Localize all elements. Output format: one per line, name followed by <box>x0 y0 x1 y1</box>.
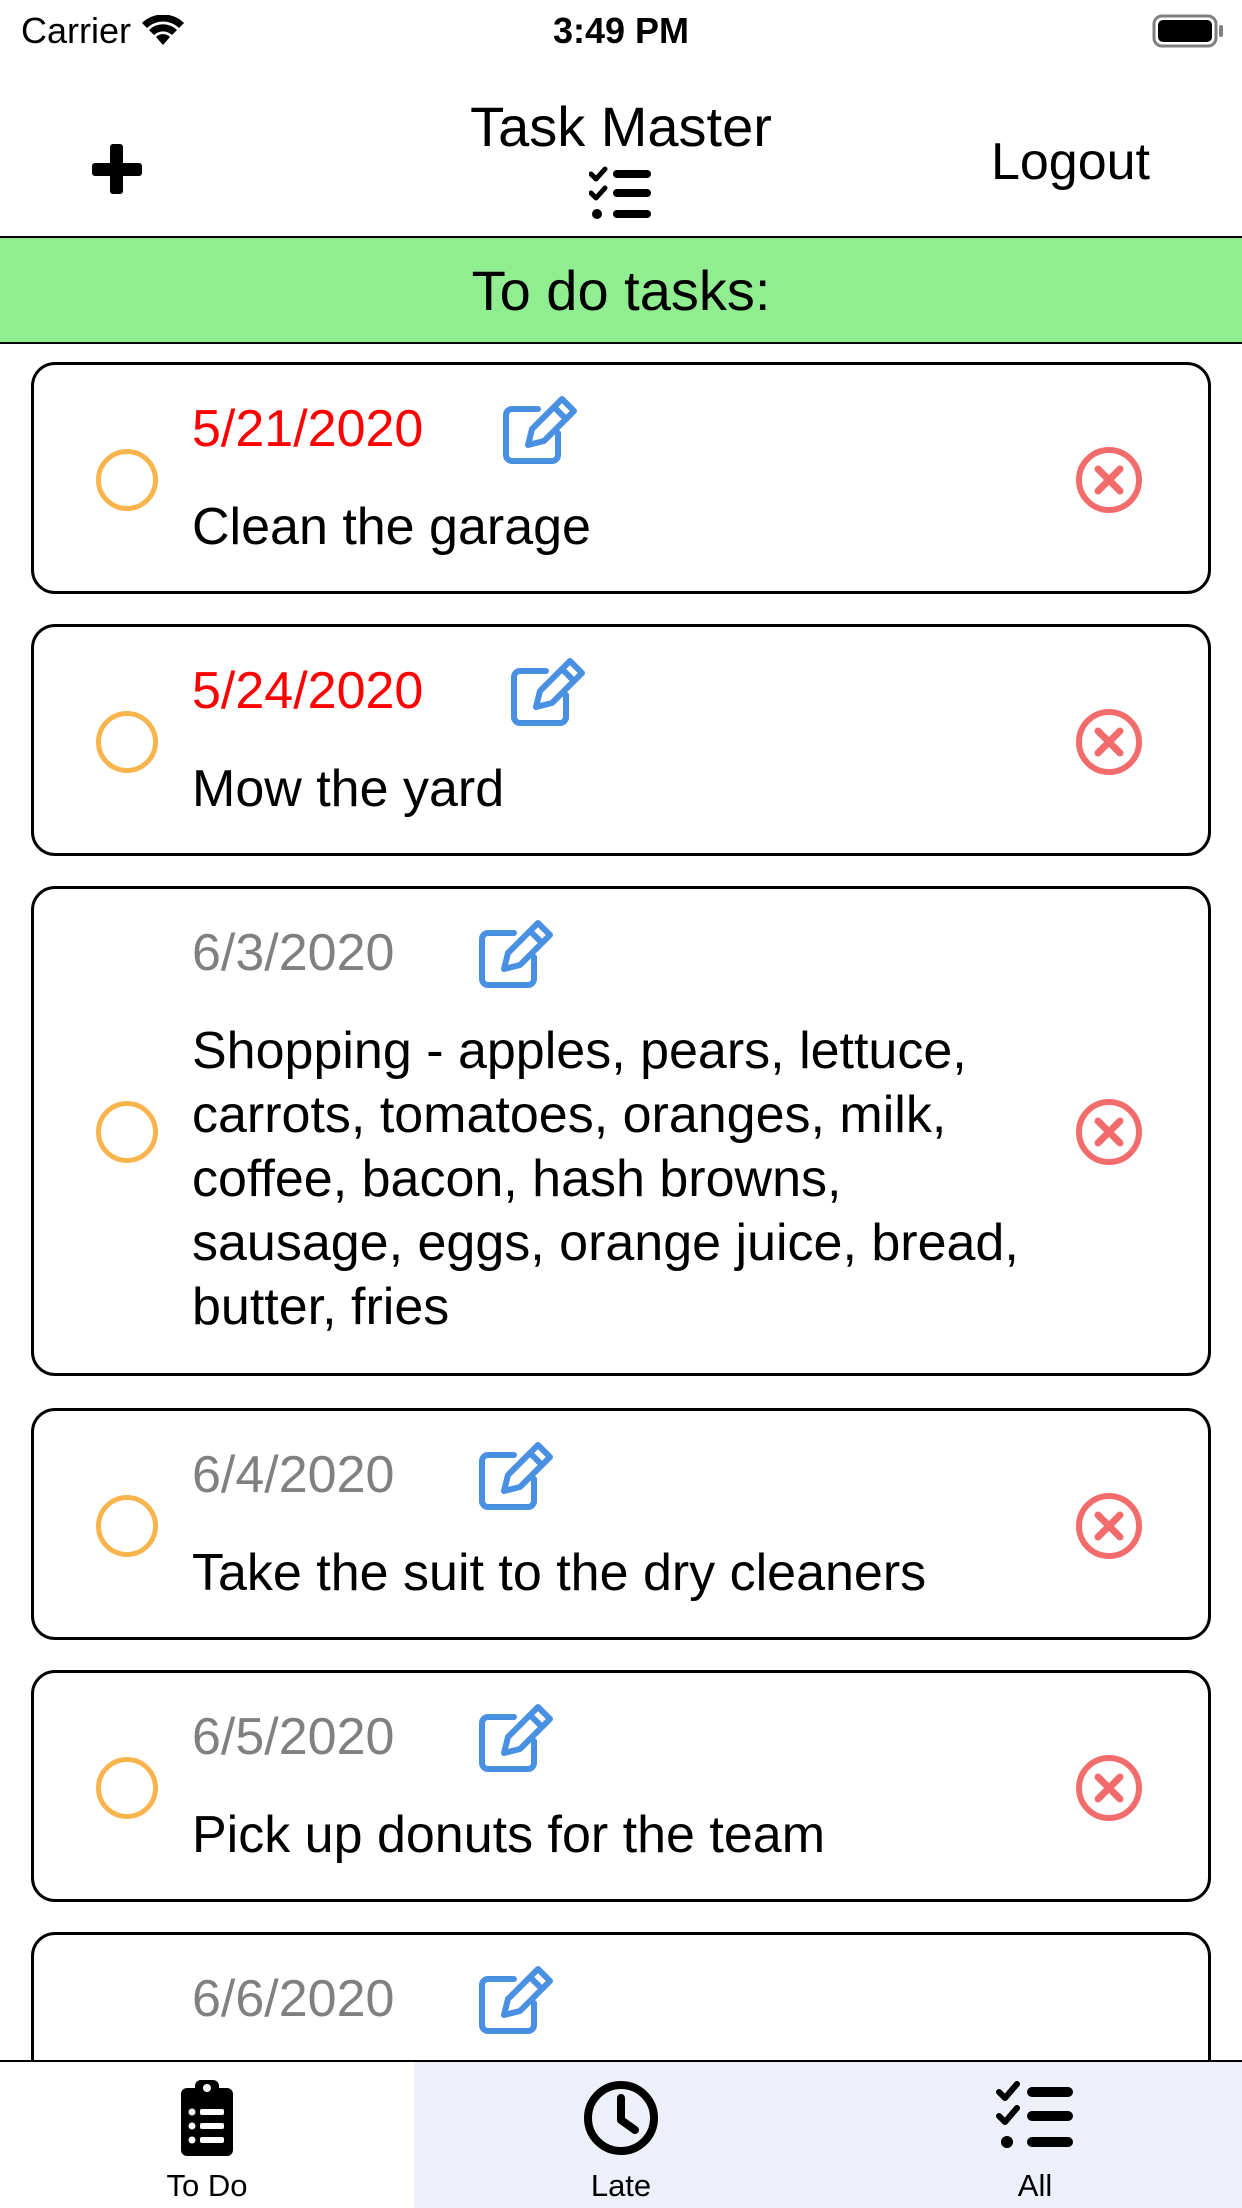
clock-icon <box>584 2081 658 2155</box>
task-description: Mow the yard <box>192 760 505 818</box>
section-title: To do tasks: <box>471 258 771 322</box>
tab-label: To Do <box>166 2168 248 2203</box>
delete-icon[interactable] <box>1074 1491 1144 1561</box>
status-bar: Carrier 3:49 PM <box>0 0 1242 62</box>
task-date: 5/21/2020 <box>192 400 424 458</box>
checklist-icon <box>996 2081 1073 2148</box>
delete-icon[interactable] <box>1074 707 1144 777</box>
task-card[interactable]: 5/21/2020 Clean the garage <box>31 362 1211 594</box>
tab-bar: To Do Late All <box>0 2060 1242 2208</box>
task-date: 6/4/2020 <box>192 1446 395 1504</box>
complete-toggle[interactable] <box>96 1757 158 1819</box>
complete-toggle[interactable] <box>96 449 158 511</box>
task-card[interactable]: 5/24/2020 Mow the yard <box>31 624 1211 856</box>
tab-all[interactable]: All <box>828 2062 1242 2208</box>
task-date: 6/6/2020 <box>192 1970 395 2028</box>
complete-toggle[interactable] <box>96 1101 158 1163</box>
section-header: To do tasks: <box>0 238 1242 344</box>
task-card[interactable]: 6/3/2020 Shopping - apples, pears, lettu… <box>31 886 1211 1376</box>
edit-icon[interactable] <box>508 657 588 729</box>
edit-icon[interactable] <box>476 1965 556 2037</box>
edit-icon[interactable] <box>476 1441 556 1513</box>
task-date: 6/3/2020 <box>192 924 395 982</box>
complete-toggle[interactable] <box>96 711 158 773</box>
status-time: 3:49 PM <box>552 10 690 51</box>
task-description: Pick up donuts for the team <box>192 1806 826 1864</box>
task-card[interactable]: 6/4/2020 Take the suit to the dry cleane… <box>31 1408 1211 1640</box>
edit-icon[interactable] <box>500 395 580 467</box>
delete-icon[interactable] <box>1074 1753 1144 1823</box>
tab-to-do[interactable]: To Do <box>0 2062 414 2208</box>
edit-icon[interactable] <box>476 919 556 991</box>
delete-icon[interactable] <box>1074 1097 1144 1167</box>
battery-icon <box>1152 14 1223 48</box>
task-description: Take the suit to the dry cleaners <box>192 1544 927 1602</box>
edit-icon[interactable] <box>476 1703 556 1775</box>
tab-label: All <box>1017 2168 1053 2203</box>
clipboard-list-icon <box>181 2080 233 2156</box>
tab-late[interactable]: Late <box>414 2062 828 2208</box>
task-card[interactable]: 6/6/2020 <box>31 1932 1211 2060</box>
logout-button[interactable]: Logout <box>991 132 1150 192</box>
task-card[interactable]: 6/5/2020 Pick up donuts for the team <box>31 1670 1211 1902</box>
complete-toggle[interactable] <box>96 1495 158 1557</box>
nav-bar: Task Master Logout <box>0 62 1242 238</box>
task-date: 6/5/2020 <box>192 1708 395 1766</box>
task-date: 5/24/2020 <box>192 662 424 720</box>
tab-label: Late <box>590 2168 652 2203</box>
task-list[interactable]: 5/21/2020 Clean the garage 5/24/2020 Mow… <box>0 344 1242 2060</box>
checklist-icon <box>589 166 651 219</box>
delete-icon[interactable] <box>1074 445 1144 515</box>
task-description: Shopping - apples, pears, lettuce, carro… <box>192 1022 1019 1336</box>
task-description: Clean the garage <box>192 498 591 556</box>
